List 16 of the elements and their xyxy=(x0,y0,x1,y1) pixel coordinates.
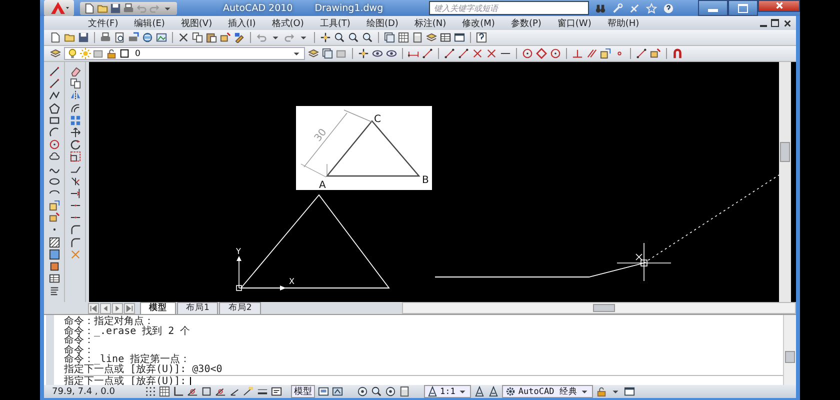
dimension-text: 30 xyxy=(312,127,330,144)
command-history-line: 命令：指定对角点： xyxy=(64,317,154,327)
command-history-line: 命令：_line 指定第一点： xyxy=(64,355,192,365)
vertex-label: C xyxy=(374,114,381,125)
command-history-line: 命令： xyxy=(64,336,94,346)
command-history-line: 指定下一点或 [放弃(U)]: @30<0 xyxy=(64,364,224,375)
x-axis-label: X xyxy=(289,277,294,286)
app-title: AutoCAD 2010 xyxy=(223,2,293,14)
vertex-label: A xyxy=(319,180,326,191)
file-title: Drawing1.dwg xyxy=(314,2,384,14)
command-history-line: 命令：_.erase 找到 2 个 xyxy=(64,326,192,336)
command-history-line: 命令： xyxy=(64,346,94,356)
y-axis-label: Y xyxy=(236,247,241,256)
layer-name: 0 xyxy=(135,48,140,58)
coordinates-readout: 79.9, 7.4 , 0.0 xyxy=(52,386,116,396)
vertex-label: B xyxy=(422,175,429,186)
